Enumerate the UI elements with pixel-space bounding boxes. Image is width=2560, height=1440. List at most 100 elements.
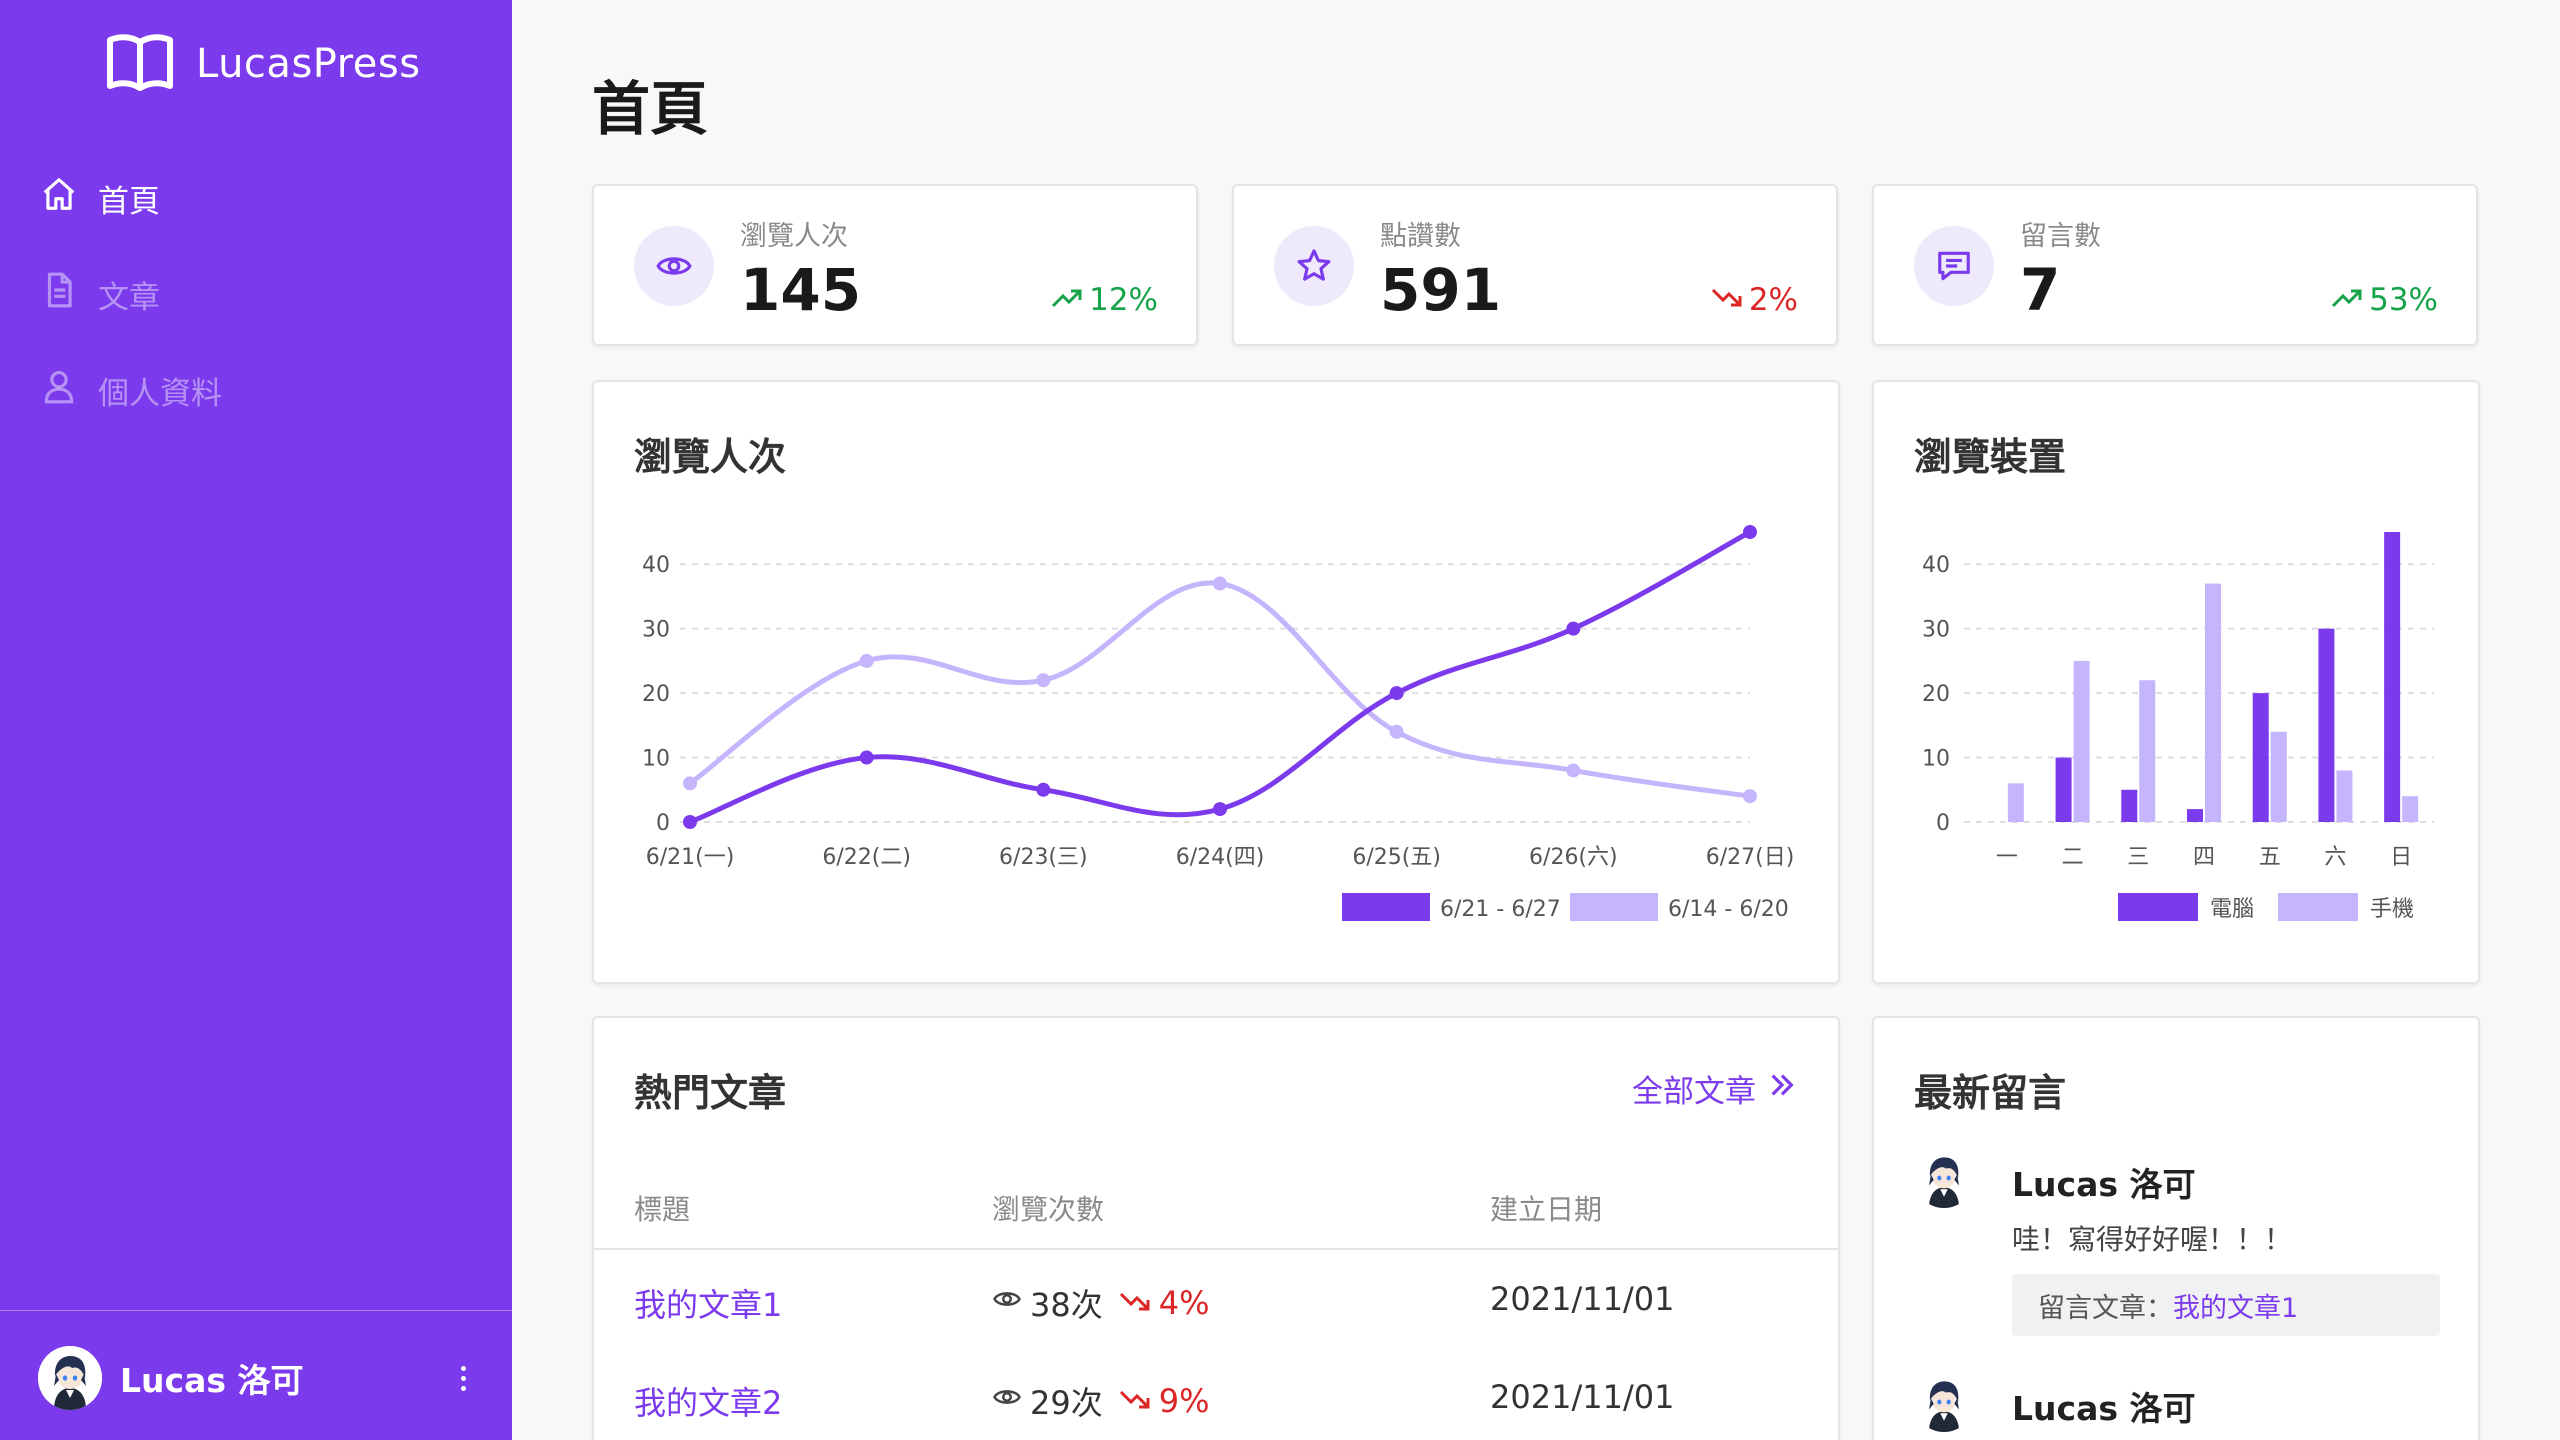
all-articles-link[interactable]: 全部文章: [1632, 1066, 1798, 1111]
series-line-2: [688, 580, 1751, 799]
article-title-link[interactable]: 我的文章2: [634, 1378, 782, 1424]
section-title: 熱門文章: [634, 1071, 787, 1115]
trend-down-icon: [1711, 282, 1743, 318]
user-name: Lucas 洛可: [120, 1361, 304, 1400]
bar: [2252, 693, 2269, 822]
bar: [2187, 809, 2203, 822]
x-tick-label: 三: [2127, 845, 2149, 870]
x-tick-label: 6/21(一): [646, 845, 735, 870]
x-tick-label: 6/22(二): [822, 845, 911, 870]
x-tick-label: 四: [2193, 845, 2215, 870]
y-tick-label: 20: [1922, 682, 1950, 707]
data-point: [683, 815, 697, 829]
page-title: 首頁: [592, 75, 709, 143]
data-point: [1036, 673, 1051, 688]
y-tick-label: 10: [1922, 747, 1950, 772]
x-tick-label: 二: [2062, 845, 2084, 870]
legend-label: 電腦: [2210, 897, 2254, 922]
stat-card-comments: 留言數 7 53%: [1872, 184, 2478, 346]
x-tick-label: 6/27(日): [1706, 845, 1795, 870]
double-chevron-right-icon: [1766, 1069, 1798, 1109]
data-point: [1566, 621, 1581, 636]
x-tick-label: 一: [1996, 845, 2018, 870]
trend-down-icon: [1119, 1382, 1151, 1420]
device-chart-card: 瀏覽裝置 0 10 20 30 40 一二三四五六日電腦 手機: [1872, 380, 2480, 984]
stat-value: 7: [2020, 256, 2061, 324]
legend-label: 手機: [2370, 897, 2414, 922]
article-date: 2021/11/01: [1490, 1378, 1675, 1416]
stat-value: 591: [1380, 256, 1502, 324]
legend-swatch: [1342, 893, 1430, 921]
article-title-link[interactable]: 我的文章1: [634, 1280, 782, 1326]
data-point: [1389, 686, 1404, 701]
bar: [2270, 731, 2287, 822]
sidebar-item-label: 個人資料: [98, 375, 222, 412]
eye-icon: [992, 1284, 1022, 1322]
document-icon: [40, 271, 78, 317]
bar: [2205, 583, 2221, 822]
legend-swatch: [2278, 893, 2358, 921]
stat-label: 瀏覽人次: [740, 221, 848, 252]
popular-articles-card: 熱門文章 全部文章 標題 瀏覽次數 建立日期 我的文章1 38次 4% 2021…: [592, 1016, 1840, 1440]
y-tick-label: 0: [1936, 811, 1950, 836]
data-point: [683, 776, 697, 791]
sidebar-item-profile[interactable]: 個人資料: [40, 342, 480, 438]
legend-label: 6/14 - 6/20: [1668, 897, 1789, 922]
y-tick-label: 30: [1922, 618, 1950, 643]
article-views: 38次 4%: [992, 1280, 1210, 1326]
stat-change: 53%: [2331, 282, 2438, 318]
section-title: 最新留言: [1914, 1071, 2067, 1115]
column-header-views: 瀏覽次數: [992, 1193, 1105, 1226]
sidebar-nav: 首頁 文章 個人資料: [40, 150, 480, 438]
comment-text: 哇！寫得好好喔！！！: [2012, 1223, 2293, 1256]
y-tick-label: 40: [1922, 553, 1950, 578]
trend-up-icon: [2331, 282, 2363, 318]
line-chart: 0 10 20 30 40 6/21(一) 6/22(二) 6/23(三) 6/24(四) 6/2…: [642, 525, 1795, 922]
comment-icon: [1914, 226, 1994, 306]
sidebar-item-home[interactable]: 首頁: [40, 150, 480, 246]
more-menu-icon[interactable]: [448, 1358, 478, 1398]
home-icon: [40, 175, 78, 221]
sidebar: LucasPress 首頁 文章 個人資料 Lucas 洛可: [0, 0, 512, 1440]
stat-card-views: 瀏覽人次 145 12%: [592, 184, 1198, 346]
bar: [2073, 660, 2090, 822]
legend-swatch: [1570, 893, 1658, 921]
star-icon: [1274, 226, 1354, 306]
user-icon: [40, 367, 78, 413]
bar: [2402, 796, 2419, 822]
x-tick-label: 六: [2324, 845, 2346, 870]
comment-article-ref: 留言文章： 我的文章1: [2012, 1274, 2440, 1336]
sidebar-item-label: 首頁: [98, 183, 160, 220]
data-point: [1743, 525, 1757, 539]
brand-name: LucasPress: [196, 41, 421, 87]
data-point: [859, 750, 874, 765]
comment-article-link[interactable]: 我的文章1: [2173, 1286, 2298, 1325]
comment-item: Lucas 洛可: [1914, 1372, 2470, 1440]
y-tick-label: 0: [656, 811, 670, 836]
table-row: 我的文章1 38次 4% 2021/11/01: [594, 1250, 1838, 1348]
avatar[interactable]: [1914, 1148, 1974, 1208]
x-tick-label: 6/25(五): [1352, 845, 1441, 870]
comment-author: Lucas 洛可: [2012, 1389, 2196, 1428]
bar-chart: 0 10 20 30 40 一 二 三 四 五 六 日電腦 手機: [1922, 532, 2434, 922]
avatar[interactable]: [38, 1346, 102, 1410]
stat-change: 2%: [1711, 282, 1798, 318]
comment-item: Lucas 洛可 哇！寫得好好喔！！！ 留言文章： 我的文章1: [1914, 1148, 2470, 1348]
y-tick-label: 30: [642, 618, 670, 643]
stat-card-likes: 點讚數 591 2%: [1232, 184, 1838, 346]
sidebar-item-articles[interactable]: 文章: [40, 246, 480, 342]
brand[interactable]: LucasPress: [106, 34, 421, 94]
x-tick-label: 日: [2390, 845, 2412, 870]
views-chart-card: 瀏覽人次 0 10 20 30 40 6/21(一) 6/22(二) 6/23(三) 6/24(…: [592, 380, 1840, 984]
data-point: [1566, 763, 1581, 778]
legend-swatch: [2118, 893, 2198, 921]
comment-author: Lucas 洛可: [2012, 1165, 2196, 1204]
trend-up-icon: [1051, 282, 1083, 318]
stat-label: 點讚數: [1380, 221, 1461, 252]
x-tick-label: 6/23(三): [999, 845, 1088, 870]
stat-label: 留言數: [2020, 221, 2101, 252]
eye-icon: [634, 226, 714, 306]
bar: [2007, 783, 2024, 822]
article-views: 29次 9%: [992, 1378, 1210, 1424]
avatar[interactable]: [1914, 1372, 1974, 1432]
